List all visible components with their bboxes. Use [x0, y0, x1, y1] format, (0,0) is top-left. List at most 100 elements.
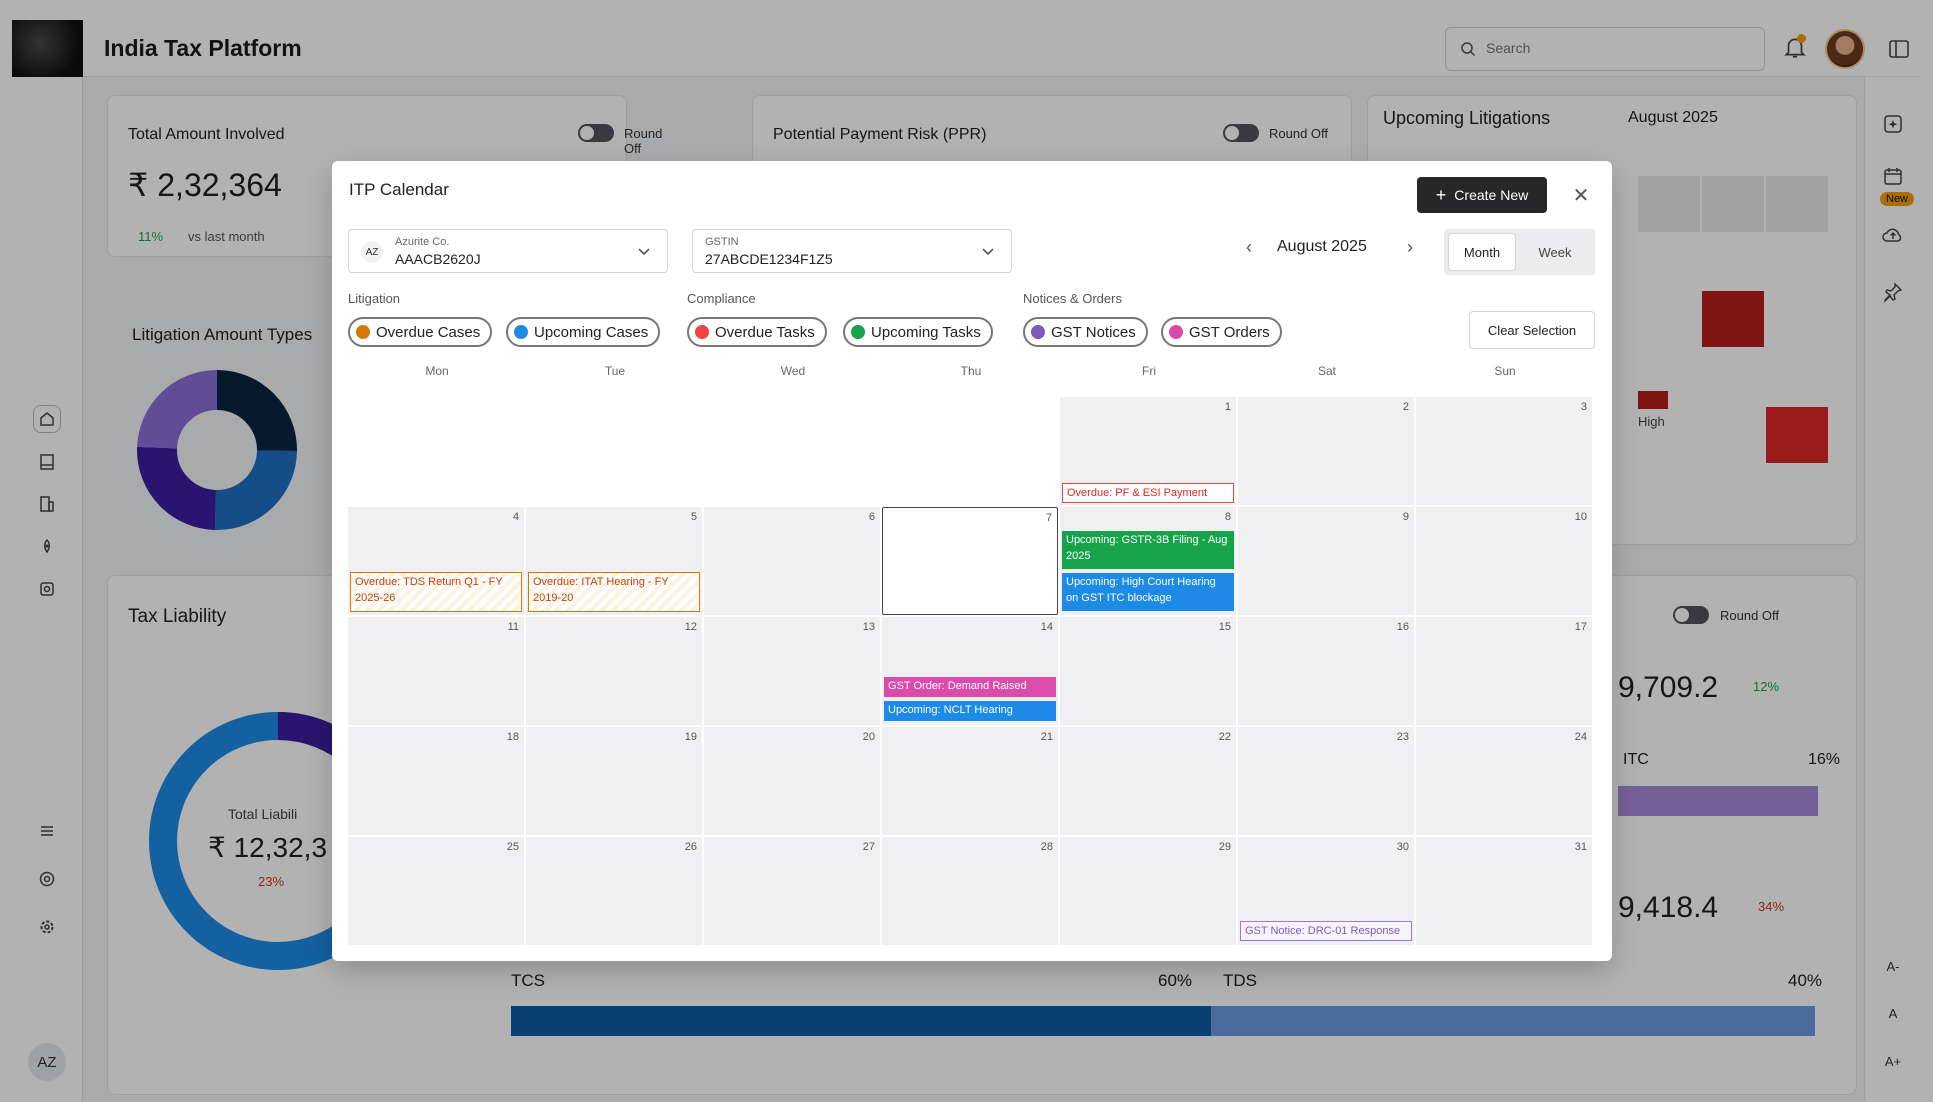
company-select-value: AAACB2620J: [395, 251, 481, 267]
overdue-cases-dot: [356, 325, 370, 339]
calendar-day[interactable]: 12: [526, 617, 702, 725]
calendar-day[interactable]: 11: [348, 617, 524, 725]
event-overdue-case[interactable]: Overdue: TDS Return Q1 - FY 2025-26: [350, 572, 522, 612]
calendar-day[interactable]: 16: [1238, 617, 1414, 725]
calendar-day[interactable]: 24: [1416, 727, 1592, 835]
gst-orders-dot: [1169, 325, 1183, 339]
upcoming-tasks-dot: [851, 325, 865, 339]
event-upcoming-task[interactable]: Upcoming: GSTR-3B Filing - Aug 2025: [1062, 531, 1234, 569]
calendar-day[interactable]: 9: [1238, 507, 1414, 615]
filter-label: Overdue Cases: [376, 323, 481, 341]
chevron-right-icon[interactable]: ›: [1398, 235, 1422, 259]
day-number: 7: [1045, 512, 1052, 524]
weekday-sat: Sat: [1317, 364, 1336, 378]
plus-icon: +: [1435, 185, 1447, 205]
calendar-day[interactable]: 22: [1060, 727, 1236, 835]
view-week-button[interactable]: Week: [1520, 233, 1590, 271]
calendar-day[interactable]: 30 GST Notice: DRC-01 Response: [1238, 837, 1414, 945]
calendar-day[interactable]: 31: [1416, 837, 1592, 945]
day-number: 16: [1396, 621, 1409, 633]
calendar-day[interactable]: 10: [1416, 507, 1592, 615]
chevron-down-icon: [982, 248, 994, 256]
current-month-label: August 2025: [1277, 238, 1367, 255]
calendar-day[interactable]: 27: [704, 837, 880, 945]
calendar-cell-empty: [704, 397, 880, 505]
filter-label: Upcoming Tasks: [871, 323, 981, 341]
filter-upcoming-tasks[interactable]: Upcoming Tasks: [843, 317, 993, 347]
weekday-wed: Wed: [780, 364, 806, 378]
filter-upcoming-cases[interactable]: Upcoming Cases: [506, 317, 661, 347]
calendar-day[interactable]: 1 Overdue: PF & ESI Payment: [1060, 397, 1236, 505]
day-number: 21: [1040, 731, 1053, 743]
filter-label: Upcoming Cases: [534, 323, 649, 341]
filter-overdue-tasks[interactable]: Overdue Tasks: [687, 317, 827, 347]
calendar-day[interactable]: 15: [1060, 617, 1236, 725]
calendar-day[interactable]: 8 Upcoming: GSTR-3B Filing - Aug 2025 Upco…: [1060, 507, 1236, 615]
calendar-day[interactable]: 3: [1416, 397, 1592, 505]
calendar-day[interactable]: 28: [882, 837, 1058, 945]
day-number: 29: [1218, 841, 1231, 853]
day-number: 8: [1224, 511, 1231, 523]
filter-label: GST Orders: [1189, 323, 1270, 341]
modal-title: ITP Calendar: [349, 180, 449, 199]
weekday-thu: Thu: [960, 364, 982, 378]
calendar-day[interactable]: 25: [348, 837, 524, 945]
compliance-group-label: Compliance: [687, 291, 756, 306]
day-number: 11: [507, 621, 519, 633]
event-upcoming-case[interactable]: Upcoming: NCLT Hearing: [884, 701, 1056, 721]
view-month-button[interactable]: Month: [1448, 233, 1516, 271]
day-number: 28: [1040, 841, 1053, 853]
create-new-button[interactable]: + Create New: [1417, 177, 1547, 213]
calendar-cell-empty: [526, 397, 702, 505]
day-number: 20: [862, 731, 875, 743]
calendar-day[interactable]: 6: [704, 507, 880, 615]
filter-label: Overdue Tasks: [715, 323, 815, 341]
calendar-day[interactable]: 14 GST Order: Demand Raised Upcoming: NCLT…: [882, 617, 1058, 725]
day-number: 19: [684, 731, 697, 743]
upcoming-cases-dot: [514, 325, 528, 339]
close-icon[interactable]: ✕: [1569, 183, 1593, 207]
day-number: 31: [1574, 841, 1587, 853]
day-number: 2: [1402, 401, 1409, 413]
day-number: 25: [506, 841, 519, 853]
event-upcoming-case[interactable]: Upcoming: High Court Hearing on GST ITC …: [1062, 573, 1234, 611]
filter-gst-notices[interactable]: GST Notices: [1023, 317, 1148, 347]
clear-selection-button[interactable]: Clear Selection: [1469, 311, 1595, 349]
calendar-day[interactable]: 18: [348, 727, 524, 835]
event-overdue-task[interactable]: Overdue: PF & ESI Payment: [1062, 483, 1234, 503]
day-number: 5: [690, 511, 697, 523]
calendar-day[interactable]: 7: [882, 507, 1058, 615]
calendar-day[interactable]: 29: [1060, 837, 1236, 945]
filter-gst-orders[interactable]: GST Orders: [1161, 317, 1282, 347]
calendar-day[interactable]: 21: [882, 727, 1058, 835]
day-number: 24: [1574, 731, 1587, 743]
event-gst-notice[interactable]: GST Notice: DRC-01 Response: [1240, 921, 1412, 941]
day-number: 10: [1574, 511, 1587, 523]
filter-overdue-cases[interactable]: Overdue Cases: [348, 317, 493, 347]
day-number: 14: [1040, 621, 1053, 633]
calendar-day[interactable]: 19: [526, 727, 702, 835]
day-number: 15: [1218, 621, 1231, 633]
create-new-label: Create New: [1454, 187, 1529, 203]
day-number: 17: [1574, 621, 1587, 633]
calendar-day[interactable]: 23: [1238, 727, 1414, 835]
weekday-tue: Tue: [604, 364, 626, 378]
gstin-select[interactable]: GSTIN 27ABCDE1234F1Z5: [692, 229, 1012, 273]
day-number: 18: [506, 731, 519, 743]
event-overdue-case[interactable]: Overdue: ITAT Hearing - FY 2019-20: [528, 572, 700, 612]
event-gst-order[interactable]: GST Order: Demand Raised: [884, 677, 1056, 697]
calendar-day[interactable]: 26: [526, 837, 702, 945]
calendar-day[interactable]: 13: [704, 617, 880, 725]
filter-label: GST Notices: [1051, 323, 1136, 341]
calendar-day[interactable]: 20: [704, 727, 880, 835]
company-select[interactable]: AZ Azurite Co. AAACB2620J: [348, 229, 668, 273]
day-number: 12: [684, 621, 697, 633]
calendar-day[interactable]: 5 Overdue: ITAT Hearing - FY 2019-20: [526, 507, 702, 615]
calendar-day[interactable]: 2: [1238, 397, 1414, 505]
day-number: 27: [862, 841, 875, 853]
weekday-sun: Sun: [1494, 364, 1516, 378]
chevron-left-icon[interactable]: ‹: [1237, 235, 1261, 259]
calendar-day[interactable]: 4 Overdue: TDS Return Q1 - FY 2025-26: [348, 507, 524, 615]
company-select-label: Azurite Co.: [395, 236, 450, 248]
calendar-day[interactable]: 17: [1416, 617, 1592, 725]
